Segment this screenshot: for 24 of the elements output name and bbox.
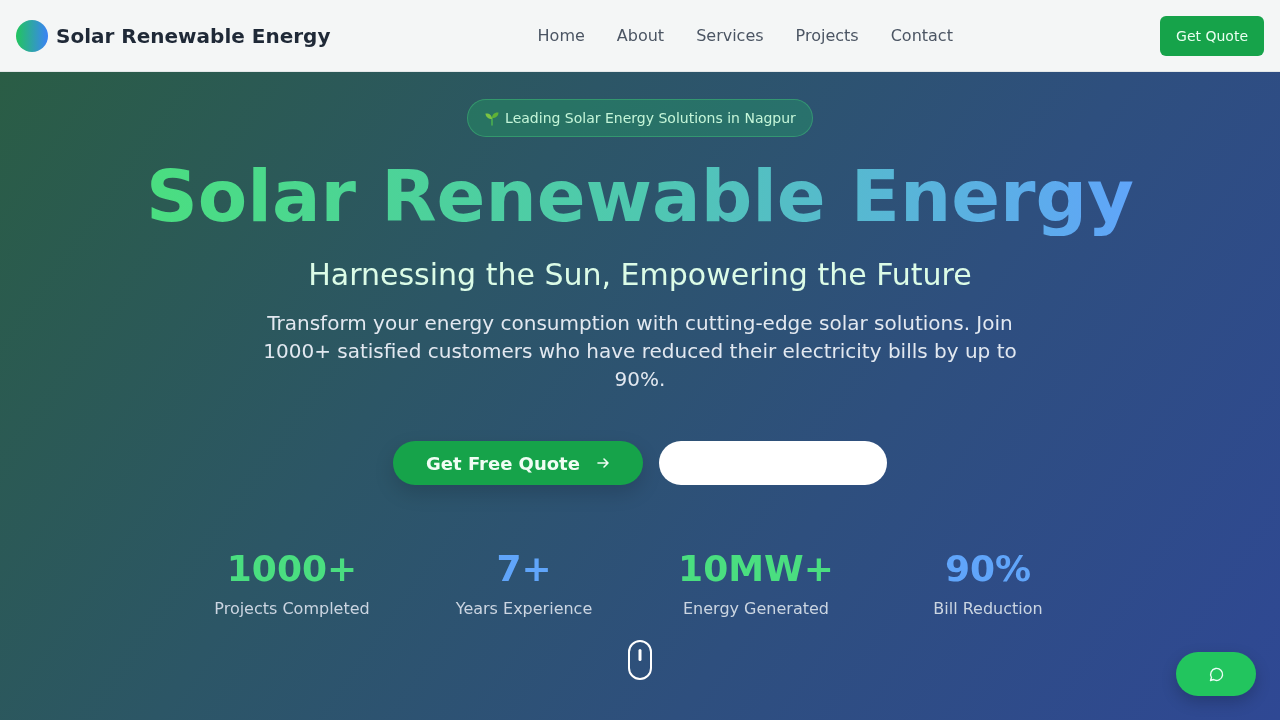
stat-label: Bill Reduction [932,599,1044,619]
brand-name: Solar Renewable Energy [56,23,331,48]
stat-value: 90% [943,547,1033,592]
hero-description: Transform your energy consumption with cutting-edge solar solutions. Join 1000+ satisfied customers who have reduced their electricity bills by up to 90%. [262,310,1018,394]
sprout-icon [484,110,501,126]
stat-label: Projects Completed [213,599,371,619]
chat-bubble-icon [1208,666,1224,682]
stat-label: Energy Generated [682,599,830,619]
nav-link[interactable]: Projects [795,26,859,45]
stat-label: Years Experience [454,599,594,619]
stat-value: 7+ [495,547,553,592]
stat-value: 1000+ [225,547,359,592]
nav-link[interactable]: About [616,26,665,45]
chat-button[interactable] [1176,652,1256,696]
empty-button[interactable] [659,441,887,486]
nav-link[interactable]: Services [696,26,764,45]
nav-link[interactable]: Contact [890,26,953,45]
logo-circle-icon [16,19,48,52]
stat-value: 10MW+ [677,547,835,592]
arrow-right-icon [595,456,610,471]
hero-subtitle: Harnessing the Sun, Empowering the Future [308,257,972,294]
mouse-scroll-icon [628,640,652,681]
badge-text: Leading Solar Energy Solutions in Nagpur [505,110,796,126]
nav-link[interactable]: Home [537,26,585,45]
